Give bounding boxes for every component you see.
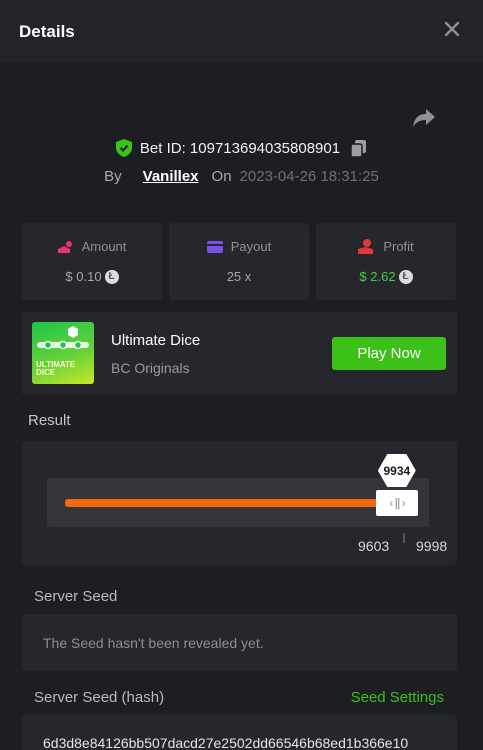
game-provider: BC Originals bbox=[111, 360, 190, 376]
range-high-value: 9998 bbox=[416, 538, 448, 554]
profit-icon bbox=[358, 239, 374, 254]
game-thumbnail[interactable]: ULTIMATE DICE bbox=[32, 322, 94, 384]
play-now-button[interactable]: Play Now bbox=[332, 337, 446, 370]
copy-icon[interactable] bbox=[351, 139, 367, 157]
modal-header: Details bbox=[0, 0, 483, 63]
result-slider-handle[interactable]: ‹ || › bbox=[376, 490, 418, 516]
bet-author-row: By Vanillex On 2023-04-26 18:31:25 bbox=[0, 166, 483, 186]
amount-label: Amount bbox=[81, 239, 127, 254]
server-seed-hash-box[interactable]: 6d3d8e84126bb507dacd27e2502dd66546b68ed1… bbox=[22, 715, 457, 750]
result-slider-track: ‹ || › bbox=[47, 478, 429, 527]
dice-graphic bbox=[37, 326, 89, 350]
handle-grip-icon: ‹ || › bbox=[389, 496, 405, 510]
server-seed-label: Server Seed bbox=[34, 588, 118, 605]
server-seed-box: The Seed hasn't been revealed yet. bbox=[22, 614, 457, 671]
amount-value: $ 0.10 bbox=[65, 269, 102, 284]
payout-label: Payout bbox=[230, 239, 272, 254]
wallet-icon bbox=[206, 241, 223, 253]
profit-card: Profit $ 2.62 bbox=[316, 223, 456, 300]
result-panel: ‹ || › 9934 9603 9998 bbox=[22, 441, 457, 565]
game-card: ULTIMATE DICE Ultimate Dice BC Originals… bbox=[22, 312, 457, 395]
range-tick-icon bbox=[403, 533, 405, 543]
amount-icon bbox=[57, 240, 72, 253]
server-seed-message: The Seed hasn't been revealed yet. bbox=[43, 635, 264, 651]
amount-card: Amount $ 0.10 bbox=[22, 223, 162, 300]
close-icon[interactable] bbox=[443, 20, 461, 38]
payout-value: 25 x bbox=[226, 269, 252, 284]
modal-title: Details bbox=[19, 22, 75, 41]
result-label: Result bbox=[28, 412, 71, 429]
by-label: By bbox=[104, 167, 122, 185]
coin-icon bbox=[398, 269, 413, 284]
game-name: Ultimate Dice bbox=[111, 332, 201, 349]
profit-label: Profit bbox=[383, 239, 414, 254]
coin-icon bbox=[104, 269, 119, 284]
verified-shield-icon bbox=[115, 139, 132, 157]
server-seed-hash-value: 6d3d8e84126bb507dacd27e2502dd66546b68ed1… bbox=[43, 735, 409, 750]
roll-result-value: 9934 bbox=[383, 463, 411, 478]
profit-value: $ 2.62 bbox=[359, 269, 396, 284]
bet-id-value: 109713694035808901 bbox=[189, 139, 341, 157]
bet-timestamp: 2023-04-26 18:31:25 bbox=[239, 167, 379, 185]
on-label: On bbox=[211, 167, 232, 185]
share-icon[interactable] bbox=[412, 107, 436, 129]
result-slider-fill bbox=[65, 499, 380, 507]
bet-id-label: Bet ID: 109713694035808901 bbox=[139, 139, 341, 157]
seed-settings-link[interactable]: Seed Settings bbox=[351, 689, 444, 706]
payout-card: Payout 25 x bbox=[169, 223, 309, 300]
bet-id-row: Bet ID: 109713694035808901 bbox=[0, 137, 483, 159]
server-seed-hash-label: Server Seed (hash) bbox=[34, 689, 165, 706]
username-link[interactable]: Vanillex bbox=[143, 168, 199, 185]
game-thumb-text: ULTIMATE DICE bbox=[36, 360, 76, 377]
range-low-value: 9603 bbox=[358, 538, 390, 554]
